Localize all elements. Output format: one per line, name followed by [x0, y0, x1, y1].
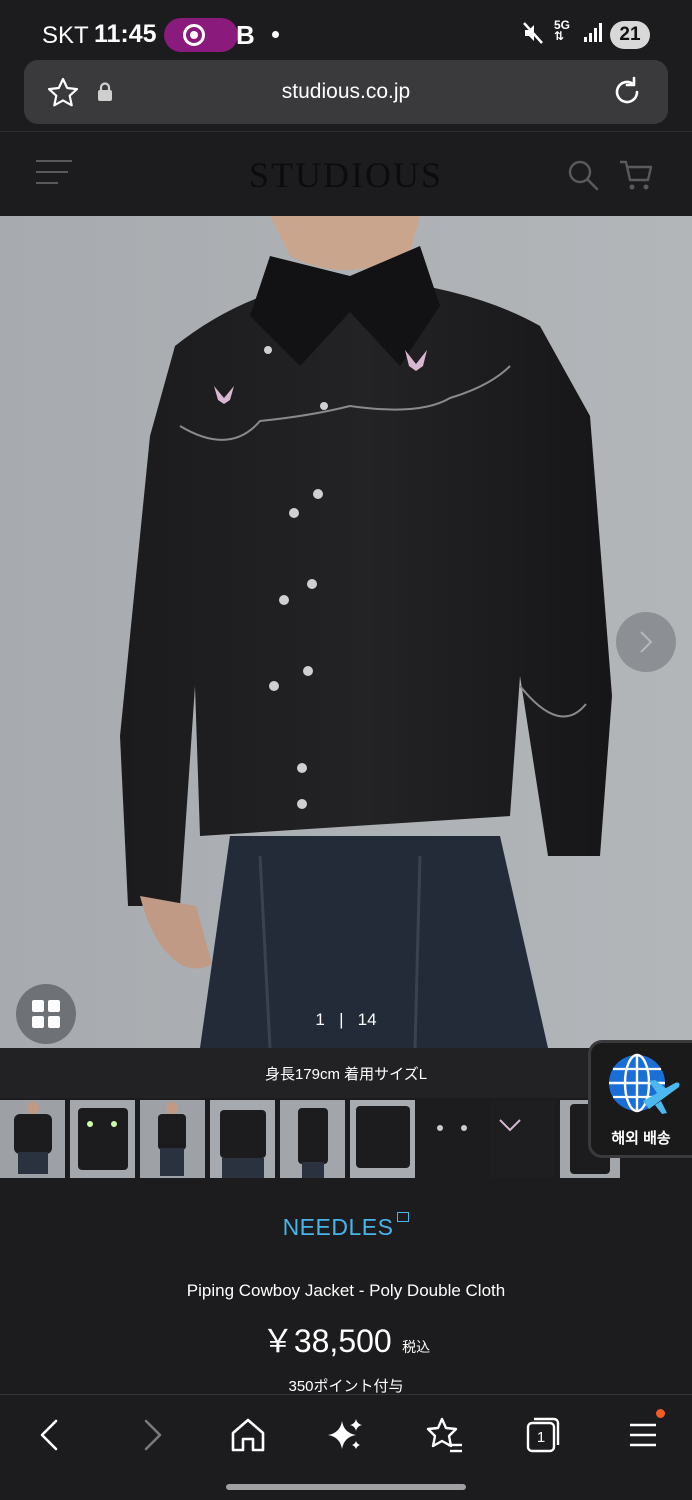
tabs-button[interactable]: 1	[524, 1415, 564, 1455]
overseas-shipping-label: 해외 배송	[611, 1130, 671, 1147]
brand-name[interactable]: NEEDLES	[283, 1214, 394, 1240]
thumbnail[interactable]	[490, 1100, 555, 1178]
next-image-button[interactable]	[616, 612, 676, 672]
menu-icon	[630, 1423, 656, 1447]
bookmarks-icon[interactable]	[424, 1415, 464, 1455]
home-indicator[interactable]	[226, 1484, 466, 1490]
update-badge-icon	[656, 1409, 665, 1418]
menu-button[interactable]	[626, 1409, 666, 1455]
url-text[interactable]: studious.co.jp	[24, 80, 668, 104]
product-price: ￥38,500	[261, 1323, 392, 1359]
mute-icon	[523, 22, 543, 44]
network-type-label: 5G ⇅	[554, 18, 571, 43]
thumbnail[interactable]	[0, 1100, 65, 1178]
product-main-image[interactable]: 1 | 14	[0, 216, 692, 1048]
status-bar: SKT 11:45 B 5G ⇅ 21	[0, 0, 692, 60]
notification-dot-icon	[272, 31, 279, 38]
signal-icon	[584, 23, 602, 42]
home-icon[interactable]	[228, 1415, 268, 1455]
product-title: Piping Cowboy Jacket - Poly Double Cloth	[186, 1281, 506, 1300]
thumbnail[interactable]	[140, 1100, 205, 1178]
points-label: 350ポイント付与	[288, 1378, 404, 1395]
forward-icon[interactable]	[132, 1415, 172, 1455]
thumbnail[interactable]	[280, 1100, 345, 1178]
grid-view-button[interactable]	[16, 984, 76, 1044]
ai-sparkle-icon[interactable]	[326, 1415, 366, 1455]
back-icon[interactable]	[32, 1415, 72, 1455]
thumbnail[interactable]	[420, 1100, 485, 1178]
b-app-icon: B	[236, 20, 255, 50]
thumbnail[interactable]	[350, 1100, 415, 1178]
price-row: ￥38,500 税込	[0, 1316, 692, 1362]
cart-icon[interactable]	[618, 158, 654, 192]
overseas-shipping-button[interactable]: 해외 배송	[588, 1040, 692, 1158]
reload-icon[interactable]	[610, 74, 644, 110]
search-icon[interactable]	[566, 158, 600, 192]
tab-count: 1	[536, 1429, 546, 1446]
battery-indicator: 21	[610, 21, 650, 49]
external-link-icon	[397, 1212, 410, 1222]
carrier-label: SKT	[42, 22, 89, 49]
media-playing-icon	[164, 18, 238, 52]
chevron-right-icon	[640, 631, 653, 653]
thumbnail-strip[interactable]	[0, 1100, 620, 1178]
address-bar[interactable]: studious.co.jp	[24, 60, 668, 124]
thumbnail[interactable]	[210, 1100, 275, 1178]
globe-airplane-icon	[609, 1053, 680, 1114]
thumbnail[interactable]	[70, 1100, 135, 1178]
product-photo	[0, 216, 692, 1048]
clock: 11:45	[94, 20, 157, 48]
site-header: STUDIOUS	[0, 132, 692, 216]
image-counter: 1 | 14	[315, 1010, 377, 1029]
tax-label: 税込	[402, 1339, 431, 1355]
brand-link[interactable]: NEEDLES	[0, 1212, 692, 1241]
